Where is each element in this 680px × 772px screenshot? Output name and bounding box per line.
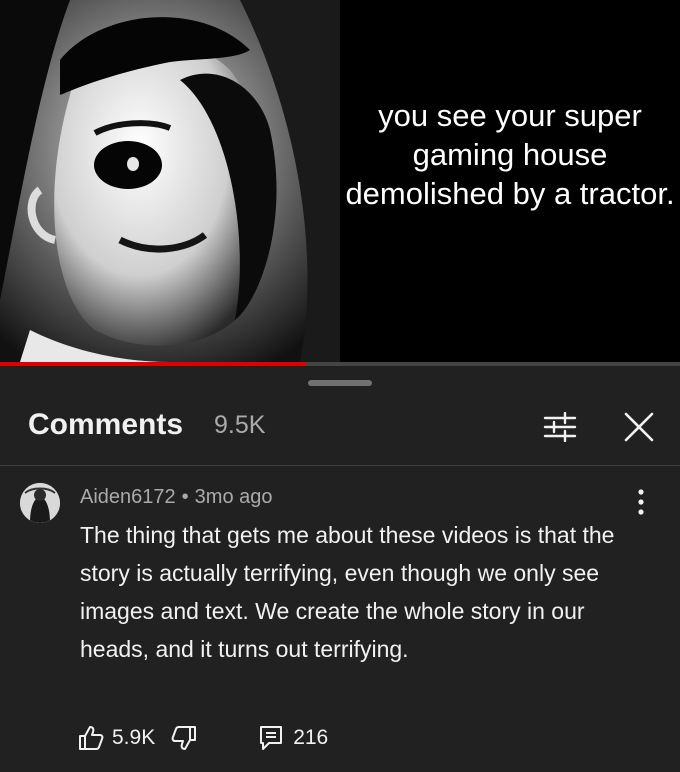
comment-time: 3mo ago bbox=[194, 486, 273, 508]
filter-sliders-icon[interactable] bbox=[543, 412, 577, 442]
dislike-icon[interactable] bbox=[171, 725, 197, 751]
drag-handle[interactable] bbox=[308, 380, 372, 386]
comment-actions: 5.9K 216 bbox=[78, 723, 328, 753]
meme-face-image bbox=[0, 0, 340, 362]
video-caption: you see your super gaming house demolish… bbox=[345, 98, 675, 211]
avatar-image bbox=[20, 483, 60, 523]
like-icon[interactable] bbox=[78, 725, 104, 751]
close-icon[interactable] bbox=[622, 410, 656, 444]
more-vertical-icon[interactable] bbox=[634, 487, 648, 517]
comment-author[interactable]: Aiden6172 bbox=[80, 486, 176, 508]
comments-panel: Comments 9.5K Aiden6172 • 3mo ago The th… bbox=[0, 366, 680, 772]
comments-count: 9.5K bbox=[214, 411, 266, 439]
reply-count[interactable]: 216 bbox=[293, 726, 328, 750]
avatar[interactable] bbox=[20, 483, 60, 523]
like-count: 5.9K bbox=[112, 726, 156, 749]
comment-text: The thing that gets me about these video… bbox=[80, 522, 615, 662]
reply-icon[interactable] bbox=[259, 725, 283, 751]
comments-title: Comments bbox=[28, 408, 184, 441]
divider bbox=[0, 465, 680, 466]
comment-meta: Aiden6172 • 3mo ago bbox=[80, 486, 273, 509]
separator-dot: • bbox=[181, 486, 189, 508]
video-player[interactable]: you see your super gaming house demolish… bbox=[0, 0, 680, 366]
